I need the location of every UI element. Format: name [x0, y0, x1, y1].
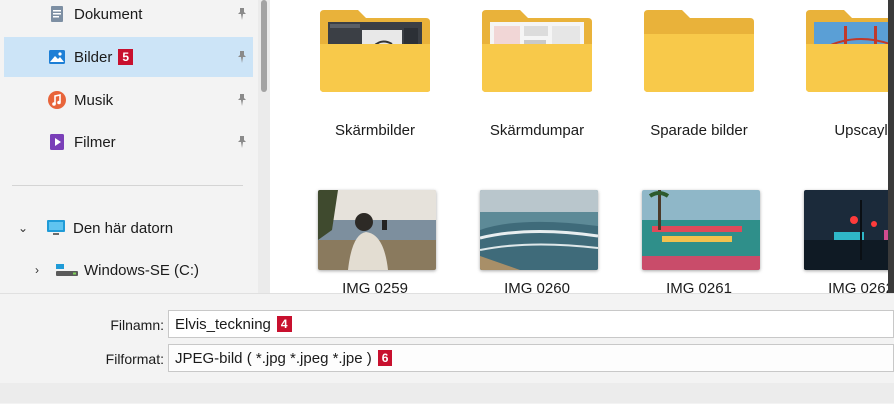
sidebar-item-filmer[interactable]: Filmer: [4, 122, 253, 162]
image-name: IMG 0261: [666, 280, 732, 293]
format-label: Filformat:: [105, 351, 164, 367]
sidebar-item-dokument[interactable]: Dokument: [4, 0, 253, 34]
file-grid: Skärmbilder Skärmdumpar Sparade bilder U…: [270, 0, 894, 293]
sidebar-item-musik[interactable]: Musik: [4, 80, 253, 120]
image-thumbnail: [318, 190, 436, 270]
sidebar-scrollbar[interactable]: [258, 0, 270, 293]
sidebar-item-bilder[interactable]: Bilder 5: [4, 37, 253, 77]
pin-icon[interactable]: [235, 93, 249, 107]
image-name: IMG 0259: [342, 280, 408, 293]
image-thumbnail: [480, 190, 598, 270]
drive-icon: [56, 264, 78, 276]
video-icon: [50, 134, 64, 150]
content-scrollbar[interactable]: [888, 0, 894, 293]
folder-name: Upscayl: [834, 122, 888, 139]
folder-icon: [644, 10, 754, 92]
tree-item-windows-se[interactable]: › Windows-SE (C:): [30, 255, 199, 285]
sidebar-divider: [12, 185, 243, 186]
image-thumbnail: [804, 190, 894, 270]
scrollbar-thumb[interactable]: [261, 0, 267, 92]
folder-icon: [482, 10, 592, 92]
sidebar-item-label: Bilder: [74, 48, 113, 66]
format-select[interactable]: JPEG-bild ( *.jpg *.jpeg *.jpe ) 6: [168, 344, 894, 372]
step-badge: 5: [118, 48, 134, 65]
tree-item-label: Den här datorn: [73, 219, 174, 237]
folder-icon: [806, 10, 894, 92]
step-badge: 6: [377, 350, 393, 366]
tree-item-label: Windows-SE (C:): [84, 261, 200, 279]
pin-icon[interactable]: [235, 135, 249, 149]
filename-value: Elvis_teckning: [175, 315, 271, 333]
sidebar-item-label: Dokument: [74, 5, 143, 23]
dialog-footer: [0, 383, 894, 403]
format-value: JPEG-bild ( *.jpg *.jpeg *.jpe ): [175, 349, 372, 367]
sidebar-item-label: Filmer: [74, 133, 116, 151]
sidebar-item-label: Musik: [74, 91, 114, 109]
pin-icon[interactable]: [235, 7, 249, 21]
music-icon: [48, 91, 66, 109]
image-name: IMG 0260: [504, 280, 570, 293]
folder-name: Sparade bilder: [650, 122, 748, 139]
navigation-pane: Dokument Bilder 5 Musik Filmer ⌄ Den här…: [0, 0, 258, 293]
step-badge: 4: [276, 316, 292, 332]
image-thumbnail: [642, 190, 760, 270]
filename-input[interactable]: Elvis_teckning 4: [168, 310, 894, 338]
folder-icon: [320, 10, 430, 92]
pictures-icon: [49, 50, 65, 64]
folder-name: Skärmdumpar: [489, 122, 585, 139]
chevron-down-icon[interactable]: ⌄: [16, 221, 30, 235]
chevron-right-icon[interactable]: ›: [30, 263, 44, 277]
folder-name: Skärmbilder: [334, 122, 416, 139]
filename-label: Filnamn:: [110, 317, 164, 333]
computer-icon: [47, 220, 65, 235]
image-name: IMG 0262: [828, 280, 894, 293]
document-icon: [51, 6, 63, 22]
pin-icon[interactable]: [235, 50, 249, 64]
tree-item-den-har-datorn[interactable]: ⌄ Den här datorn: [16, 213, 173, 243]
